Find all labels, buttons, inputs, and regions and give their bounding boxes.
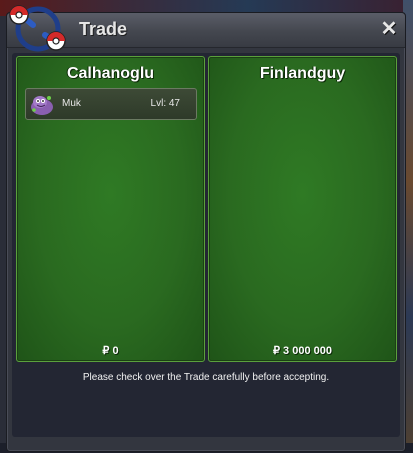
item-level: Lvl: 47: [150, 98, 180, 109]
close-icon[interactable]: ✕: [379, 19, 399, 39]
window-title: Trade: [79, 19, 128, 39]
offer-player-name: Finlandguy: [259, 65, 346, 82]
offer-item-slot[interactable]: Muk Lvl: 47: [25, 88, 197, 120]
pokeball-logo-icon: [9, 5, 66, 52]
trade-content-area: Calhanoglu Muk Lvl: 47 ₽ 0 Finlandguy ₽ …: [12, 53, 400, 437]
offer-panel-partner: Finlandguy ₽ 3 000 000: [208, 56, 397, 362]
muk-icon: [31, 96, 53, 115]
offer-player-name: Calhanoglu: [66, 65, 155, 82]
offer-money: ₽ 0: [102, 345, 119, 357]
item-name: Muk: [62, 98, 81, 109]
offer-money: ₽ 3 000 000: [273, 345, 332, 357]
offer-panel-self: Calhanoglu Muk Lvl: 47 ₽ 0: [16, 56, 205, 362]
trade-window: Trade ✕ Calhanoglu Muk Lvl: 47 ₽ 0 Finla…: [6, 5, 406, 452]
trade-notice-text: Please check over the Trade carefully be…: [82, 372, 330, 383]
